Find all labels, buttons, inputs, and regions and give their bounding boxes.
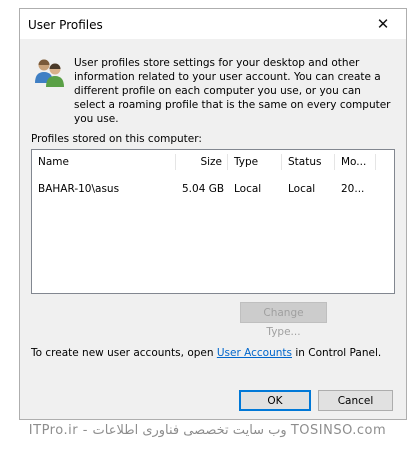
cell-type: Local: [234, 183, 262, 195]
cell-status: Local: [288, 183, 316, 195]
cancel-button[interactable]: Cancel: [318, 390, 393, 411]
column-header-modified[interactable]: Mo...: [335, 152, 375, 172]
user-accounts-link[interactable]: User Accounts: [217, 347, 292, 359]
description-text: User profiles store settings for your de…: [74, 57, 391, 125]
window-title: User Profiles: [28, 18, 103, 32]
list-header: Name Size Type Status Mo...: [32, 152, 394, 172]
create-accounts-text: To create new user accounts, open User A…: [31, 347, 381, 359]
cell-name: BAHAR-10\asus: [38, 183, 120, 195]
cell-modified: 20...: [341, 183, 365, 195]
table-row[interactable]: BAHAR-10\asus 5.04 GB Local Local 20...: [32, 180, 394, 198]
column-header-type[interactable]: Type: [228, 152, 281, 172]
column-header-size[interactable]: Size: [176, 152, 227, 172]
title-bar: User Profiles ✕: [20, 9, 406, 39]
close-icon[interactable]: ✕: [360, 9, 406, 39]
profiles-list[interactable]: Name Size Type Status Mo... BAHAR-10\asu…: [31, 149, 395, 294]
user-profiles-dialog: User Profiles ✕ User profiles store sett…: [19, 8, 407, 420]
watermark-text: ITPro.ir - وب سایت تخصصی فناوری اطلاعات …: [28, 423, 387, 438]
column-separator: [375, 154, 376, 170]
create-text-suffix: in Control Panel.: [292, 347, 382, 359]
cell-size: 5.04 GB: [182, 183, 225, 195]
create-text-prefix: To create new user accounts, open: [31, 347, 217, 359]
column-header-name[interactable]: Name: [32, 152, 175, 172]
profiles-label: Profiles stored on this computer:: [31, 133, 202, 145]
column-header-status[interactable]: Status: [282, 152, 334, 172]
users-icon: [35, 59, 64, 87]
change-type-button[interactable]: Change Type...: [240, 302, 327, 338]
ok-button[interactable]: OK: [239, 390, 311, 411]
